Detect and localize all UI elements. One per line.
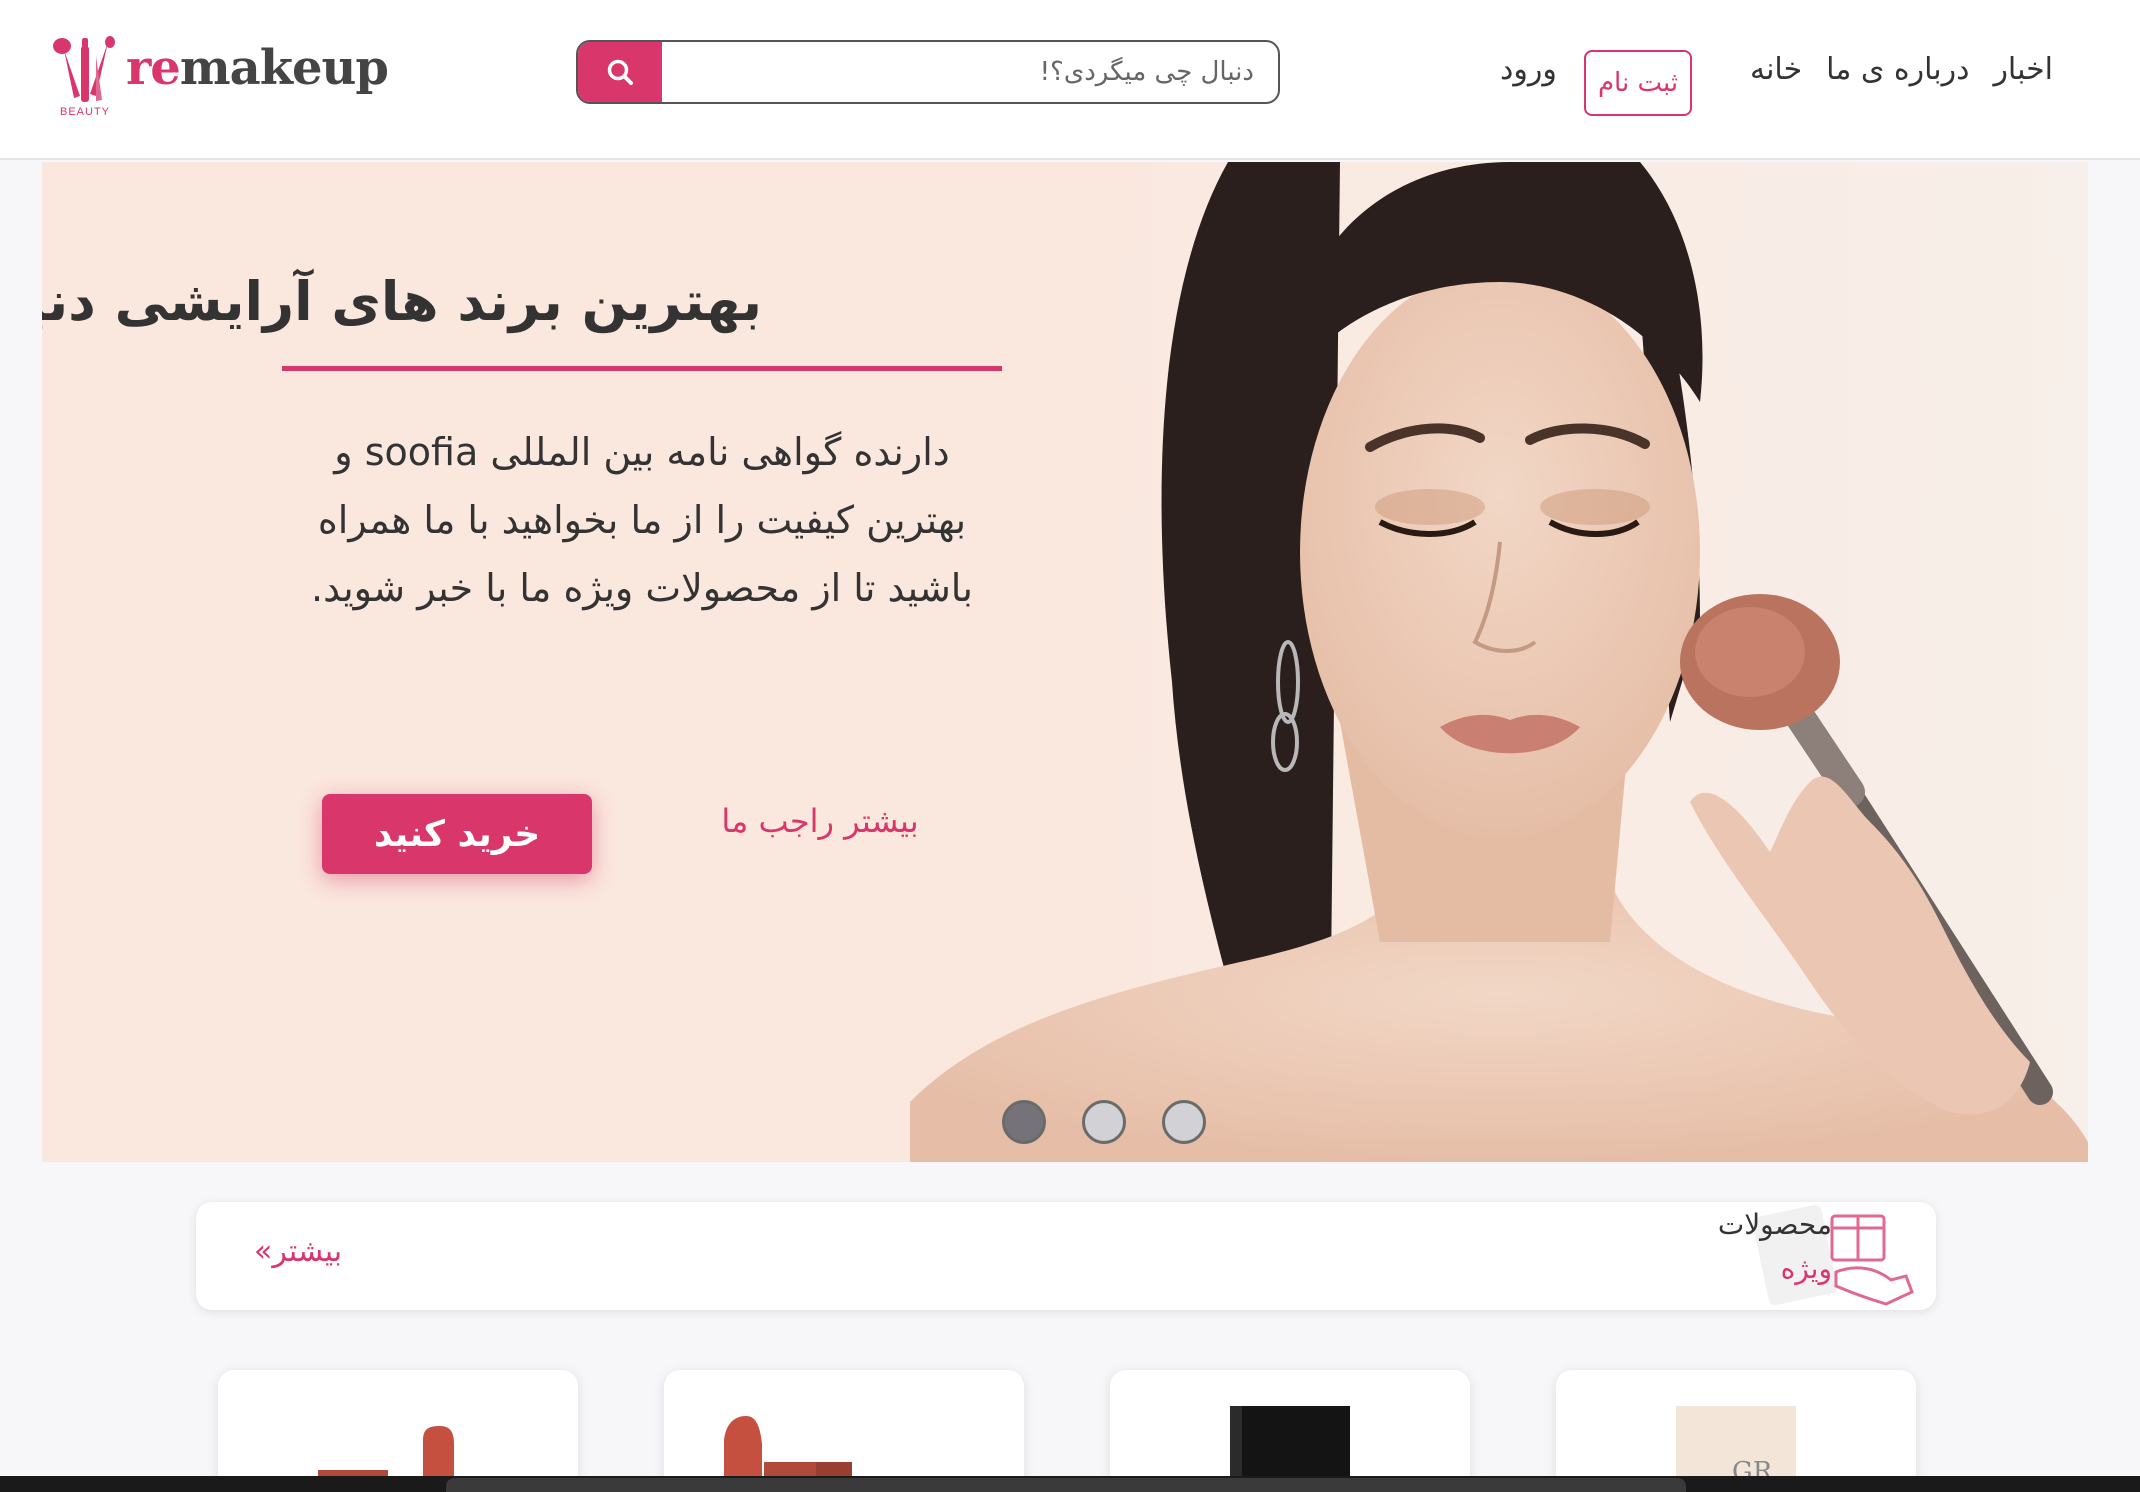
hero-description: دارنده گواهی نامه بین المللی soofia و به… — [311, 430, 973, 610]
logo-subtitle: BEAUTY — [60, 106, 111, 118]
product-card-2[interactable] — [664, 1370, 1024, 1492]
shop-now-button[interactable]: خرید کنید — [322, 794, 592, 874]
hero-title: بهترین برند های آرایشی دنیا — [42, 270, 762, 333]
hero-slider: بهترین برند های آرایشی دنیا دارنده گواهی… — [42, 162, 2088, 1162]
featured-products-header: محصولات ویژه بیشتر» — [196, 1202, 1936, 1310]
featured-title-accent: ویژه — [1780, 1252, 1832, 1285]
cream-tube-image: GR — [1676, 1406, 1796, 1492]
lipstick-set-image — [724, 1416, 852, 1492]
page: remakeup BEAUTY ورود ثبت نام خانه درباره… — [0, 0, 2140, 1492]
product-card-4[interactable]: GR — [1556, 1370, 1916, 1492]
slider-dots — [1002, 1100, 1206, 1144]
main-nav: خانه درباره ی ما اخبار — [1750, 52, 2060, 87]
featured-title: محصولات — [1717, 1208, 1832, 1241]
logo-wordmark: remakeup — [126, 40, 389, 96]
site-header: remakeup BEAUTY ورود ثبت نام خانه درباره… — [0, 0, 2140, 160]
taskbar — [0, 1476, 2140, 1492]
nav-about[interactable]: درباره ی ما — [1826, 52, 1969, 87]
login-link[interactable]: ورود — [1500, 52, 1557, 87]
cosmetic-box-image — [1230, 1406, 1350, 1492]
nav-home[interactable]: خانه — [1750, 52, 1802, 87]
search-icon — [607, 59, 633, 85]
product-card-3[interactable] — [1110, 1370, 1470, 1492]
slider-dot-3[interactable] — [1162, 1100, 1206, 1144]
slider-dot-2[interactable] — [1082, 1100, 1126, 1144]
slider-dot-1[interactable] — [1002, 1100, 1046, 1144]
hero-model-photo — [910, 162, 2088, 1162]
search-input[interactable] — [664, 42, 1276, 102]
about-us-link[interactable]: بیشتر راجب ما — [710, 802, 930, 840]
taskbar-tab — [446, 1478, 1686, 1492]
featured-more-link[interactable]: بیشتر» — [254, 1234, 342, 1269]
nav-news[interactable]: اخبار — [1993, 52, 2053, 87]
logo[interactable]: remakeup BEAUTY — [50, 36, 389, 124]
register-button[interactable]: ثبت نام — [1584, 50, 1692, 116]
lipstick-image — [318, 1426, 454, 1492]
hero-divider — [282, 366, 1002, 371]
search-button[interactable] — [578, 42, 662, 102]
search-bar — [576, 40, 1280, 104]
product-card-1[interactable] — [218, 1370, 578, 1492]
